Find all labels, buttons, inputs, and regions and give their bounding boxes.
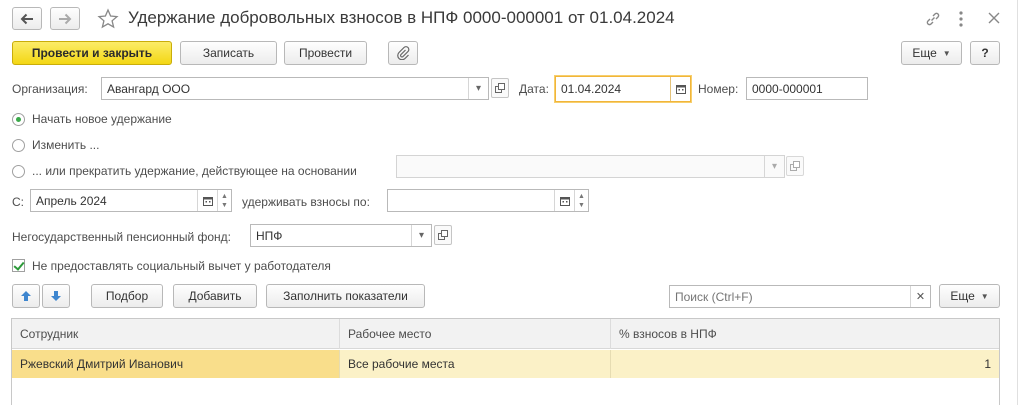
favorite-star-icon[interactable]: [97, 8, 119, 30]
pick-button[interactable]: Подбор: [91, 284, 163, 308]
save-button[interactable]: Записать: [180, 41, 277, 65]
no-social-deduction-label: Не предоставлять социальный вычет у рабо…: [32, 259, 331, 273]
number-label: Номер:: [698, 82, 739, 96]
radio-start-new-label: Начать новое удержание: [32, 112, 172, 126]
organization-value: Авангард ООО: [107, 81, 191, 96]
from-period-field[interactable]: Апрель 2024 ▲ ▼: [30, 189, 232, 212]
until-spinner[interactable]: ▲ ▼: [574, 190, 588, 211]
fund-open-button[interactable]: [434, 225, 452, 245]
arrow-right-icon: [59, 13, 72, 24]
fill-indicators-button[interactable]: Заполнить показатели: [266, 284, 425, 308]
radio-change[interactable]: [12, 139, 25, 152]
link-icon[interactable]: [925, 11, 941, 27]
radio-stop[interactable]: [12, 165, 25, 178]
radio-stop-label: ... или прекратить удержание, действующе…: [32, 164, 357, 178]
calendar-icon[interactable]: [197, 190, 217, 211]
date-field[interactable]: 01.04.2024: [555, 76, 691, 102]
clear-search-icon[interactable]: ✕: [910, 286, 930, 307]
chevron-down-icon: ▼: [980, 291, 989, 301]
chevron-down-icon: ▼: [942, 48, 951, 58]
help-button[interactable]: ?: [970, 41, 1000, 65]
chevron-down-icon[interactable]: ▼: [221, 201, 228, 210]
cell-workplace[interactable]: Все рабочие места: [340, 350, 611, 378]
close-icon[interactable]: [988, 12, 1000, 24]
arrow-up-icon: [21, 291, 31, 301]
date-value: 01.04.2024: [561, 82, 622, 96]
move-down-button[interactable]: [42, 284, 70, 308]
chevron-down-icon[interactable]: ▾: [468, 78, 488, 99]
table-more-label: Еще: [950, 289, 975, 303]
back-button[interactable]: [12, 7, 42, 30]
open-form-icon: [438, 230, 448, 240]
arrow-down-icon: [51, 291, 61, 301]
table-more-button[interactable]: Еще ▼: [939, 284, 1000, 308]
open-form-icon: [495, 83, 505, 93]
more-menu-icon[interactable]: [958, 10, 964, 28]
arrow-left-icon: [20, 13, 33, 24]
organization-open-button[interactable]: [491, 78, 509, 98]
chevron-up-icon[interactable]: ▲: [221, 192, 228, 201]
period-spinner[interactable]: ▲ ▼: [217, 190, 231, 211]
more-actions-label: Еще: [912, 46, 937, 60]
window-border: [1017, 0, 1018, 405]
cell-percent[interactable]: 1: [611, 350, 999, 378]
chevron-down-icon[interactable]: ▾: [411, 225, 431, 246]
until-label: удерживать взносы по:: [242, 195, 370, 209]
chevron-down-icon[interactable]: ▼: [578, 201, 585, 210]
chevron-down-icon[interactable]: ▾: [764, 156, 784, 177]
open-form-icon: [790, 161, 800, 171]
number-value: 0000-000001: [752, 81, 823, 96]
column-header-workplace[interactable]: Рабочее место: [340, 319, 611, 349]
attach-button[interactable]: [388, 41, 418, 65]
chevron-up-icon[interactable]: ▲: [578, 192, 585, 201]
radio-start-new[interactable]: [12, 113, 25, 126]
radio-change-label: Изменить ...: [32, 138, 100, 152]
from-period-value: Апрель 2024: [36, 193, 107, 208]
basis-document-open-button[interactable]: [786, 156, 804, 176]
number-field[interactable]: 0000-000001: [746, 77, 868, 100]
more-actions-button[interactable]: Еще ▼: [901, 41, 962, 65]
table-row[interactable]: Ржевский Дмитрий Иванович Все рабочие ме…: [12, 350, 999, 378]
move-up-button[interactable]: [12, 284, 40, 308]
organization-label: Организация:: [12, 82, 88, 96]
search-field[interactable]: ✕: [669, 285, 931, 308]
until-period-field[interactable]: ▲ ▼: [387, 189, 589, 212]
calendar-icon[interactable]: [670, 77, 690, 101]
post-button[interactable]: Провести: [284, 41, 367, 65]
column-header-percent[interactable]: % взносов в НПФ: [611, 319, 999, 349]
search-input[interactable]: [670, 289, 910, 304]
from-label: С:: [12, 195, 24, 209]
organization-field[interactable]: Авангард ООО ▾: [101, 77, 489, 100]
page-title: Удержание добровольных взносов в НПФ 000…: [128, 8, 675, 27]
fund-value: НПФ: [256, 228, 283, 243]
no-social-deduction-checkbox[interactable]: [12, 259, 25, 272]
date-label: Дата:: [519, 82, 549, 96]
fund-label: Негосударственный пенсионный фонд:: [12, 230, 232, 244]
table-header: Сотрудник Рабочее место % взносов в НПФ: [12, 319, 999, 349]
cell-employee[interactable]: Ржевский Дмитрий Иванович: [12, 350, 340, 378]
calendar-icon[interactable]: [554, 190, 574, 211]
fund-field[interactable]: НПФ ▾: [250, 224, 432, 247]
forward-button[interactable]: [50, 7, 80, 30]
add-button[interactable]: Добавить: [173, 284, 257, 308]
employees-table[interactable]: Сотрудник Рабочее место % взносов в НПФ …: [11, 318, 1000, 405]
basis-document-field[interactable]: ▾: [396, 155, 785, 178]
paperclip-icon: [397, 46, 410, 60]
column-header-employee[interactable]: Сотрудник: [12, 319, 340, 349]
post-and-close-button[interactable]: Провести и закрыть: [12, 41, 172, 65]
